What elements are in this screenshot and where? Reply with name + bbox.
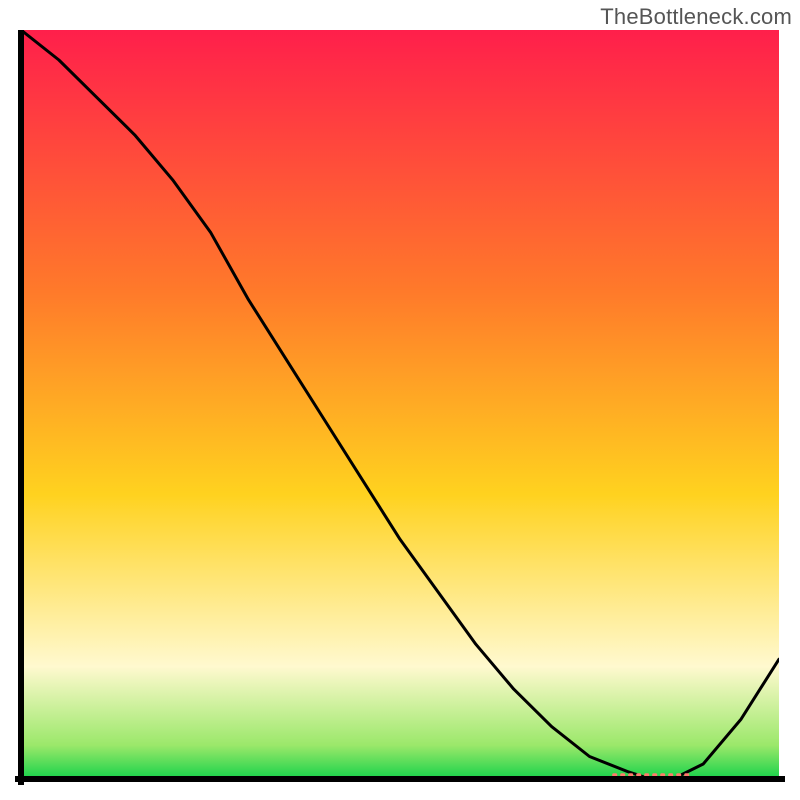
stage: TheBottleneck.com bbox=[0, 0, 800, 800]
chart-svg bbox=[15, 30, 785, 785]
plot-area bbox=[15, 30, 785, 785]
watermark-text: TheBottleneck.com bbox=[600, 4, 792, 30]
gradient-background bbox=[21, 30, 779, 779]
